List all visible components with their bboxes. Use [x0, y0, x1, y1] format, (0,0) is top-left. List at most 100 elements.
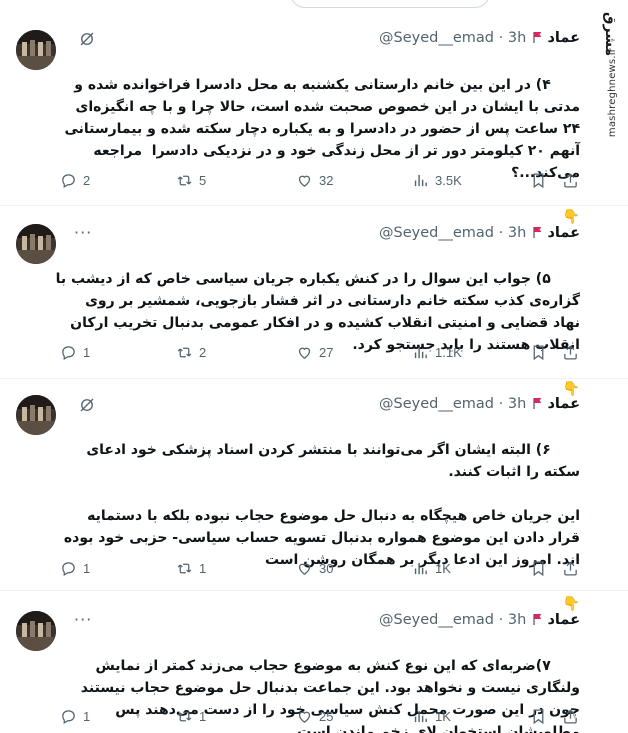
reply-icon — [60, 560, 77, 577]
pointing-down-emoji: 👇 — [562, 596, 580, 612]
reply-button[interactable]: 1 — [60, 558, 90, 578]
top-edge — [0, 0, 628, 10]
like-button[interactable]: 27 — [296, 342, 333, 362]
share-icon — [562, 172, 579, 189]
pointing-down-emoji: 👇 — [562, 209, 580, 225]
display-name[interactable]: عماد — [547, 30, 580, 46]
bookmark-icon — [530, 344, 547, 361]
flag-icon — [533, 397, 543, 409]
repost-icon — [176, 560, 193, 577]
grok-icon[interactable] — [78, 30, 96, 52]
grok-icon[interactable] — [78, 396, 96, 418]
tweet-text-body: ۴) در این بین خانم دارستانی یکشنبه به مح… — [59, 77, 580, 181]
views-button[interactable]: 3.5K — [412, 170, 462, 190]
reply-button[interactable]: 1 — [60, 706, 90, 726]
tweet-actions: 1 1 25 1K — [60, 706, 580, 726]
like-button[interactable]: 32 — [296, 170, 333, 190]
repost-button[interactable]: 1 — [176, 558, 206, 578]
handle[interactable]: @Seyed__emad — [379, 225, 494, 241]
repost-count: 1 — [199, 708, 207, 724]
views-chart-icon — [412, 708, 429, 725]
timestamp[interactable]: 3h — [508, 225, 526, 241]
timestamp[interactable]: 3h — [508, 30, 526, 46]
share-button[interactable] — [562, 706, 579, 726]
heart-icon — [296, 344, 313, 361]
tweet-divider — [0, 205, 628, 206]
display-name[interactable]: عماد — [547, 612, 580, 628]
tweet-actions: 1 1 30 1K — [60, 558, 580, 578]
timestamp[interactable]: 3h — [508, 612, 526, 628]
repost-button[interactable]: 2 — [176, 342, 206, 362]
views-chart-icon — [412, 172, 429, 189]
reply-button[interactable]: 1 — [60, 342, 90, 362]
repost-count: 2 — [199, 344, 207, 360]
bookmark-button[interactable] — [530, 170, 547, 190]
display-name[interactable]: عماد — [547, 225, 580, 241]
repost-icon — [176, 172, 193, 189]
like-count: 25 — [319, 708, 334, 724]
view-count: 1K — [435, 560, 451, 576]
tweet-header: @Seyed__emad · 3h عماد — [379, 612, 580, 628]
share-icon — [562, 344, 579, 361]
repost-button[interactable]: 1 — [176, 706, 206, 726]
flag-icon — [533, 31, 543, 43]
pointing-down-emoji: 👇 — [562, 381, 580, 397]
reply-count: 2 — [83, 172, 91, 188]
repost-count: 5 — [199, 172, 207, 188]
handle[interactable]: @Seyed__emad — [379, 396, 494, 412]
share-button[interactable] — [562, 170, 579, 190]
more-options-icon[interactable]: ··· — [74, 223, 92, 242]
more-options-icon[interactable]: ··· — [74, 610, 92, 629]
like-count: 27 — [319, 344, 334, 360]
bookmark-icon — [530, 560, 547, 577]
timestamp[interactable]: 3h — [508, 396, 526, 412]
reply-count: 1 — [83, 560, 91, 576]
show-more-pill[interactable] — [290, 0, 490, 8]
bookmark-icon — [530, 172, 547, 189]
heart-icon — [296, 708, 313, 725]
repost-icon — [176, 344, 193, 361]
tweet-text: ۶) البته ایشان اگر می‌توانند با منتشر کر… — [54, 417, 580, 637]
repost-icon — [176, 708, 193, 725]
views-chart-icon — [412, 560, 429, 577]
share-button[interactable] — [562, 342, 579, 362]
handle[interactable]: @Seyed__emad — [379, 612, 494, 628]
share-icon — [562, 708, 579, 725]
repost-button[interactable]: 5 — [176, 170, 206, 190]
views-button[interactable]: 1K — [412, 558, 451, 578]
display-name[interactable]: عماد — [547, 396, 580, 412]
views-button[interactable]: 1.1K — [412, 342, 462, 362]
view-count: 1K — [435, 708, 451, 724]
like-button[interactable]: 30 — [296, 558, 333, 578]
view-count: 1.1K — [435, 344, 462, 360]
handle[interactable]: @Seyed__emad — [379, 30, 494, 46]
watermark-url: mashreghnews.ir — [607, 48, 618, 138]
tweet-header: @Seyed__emad · 3h عماد — [379, 30, 580, 46]
bookmark-icon — [530, 708, 547, 725]
like-button[interactable]: 25 — [296, 706, 333, 726]
reply-count: 1 — [83, 708, 91, 724]
bookmark-button[interactable] — [530, 558, 547, 578]
tweet-actions: 2 5 32 3.5K — [60, 170, 580, 190]
bookmark-button[interactable] — [530, 706, 547, 726]
views-button[interactable]: 1K — [412, 706, 451, 726]
reply-count: 1 — [83, 344, 91, 360]
tweet-header: @Seyed__emad · 3h عماد — [379, 396, 580, 412]
heart-icon — [296, 560, 313, 577]
repost-count: 1 — [199, 560, 207, 576]
tweet-text-body: ۶) البته ایشان اگر می‌توانند با منتشر کر… — [63, 442, 580, 568]
bookmark-button[interactable] — [530, 342, 547, 362]
tweet-text: ۴) در این بین خانم دارستانی یکشنبه به مح… — [54, 52, 580, 250]
reply-icon — [60, 708, 77, 725]
reply-icon — [60, 344, 77, 361]
reply-button[interactable]: 2 — [60, 170, 90, 190]
tweet-divider — [0, 590, 628, 591]
reply-icon — [60, 172, 77, 189]
tweet-divider — [0, 378, 628, 379]
like-count: 32 — [319, 172, 334, 188]
flag-icon — [533, 226, 543, 238]
share-button[interactable] — [562, 558, 579, 578]
heart-icon — [296, 172, 313, 189]
like-count: 30 — [319, 560, 334, 576]
tweet-header: @Seyed__emad · 3h عماد — [379, 225, 580, 241]
